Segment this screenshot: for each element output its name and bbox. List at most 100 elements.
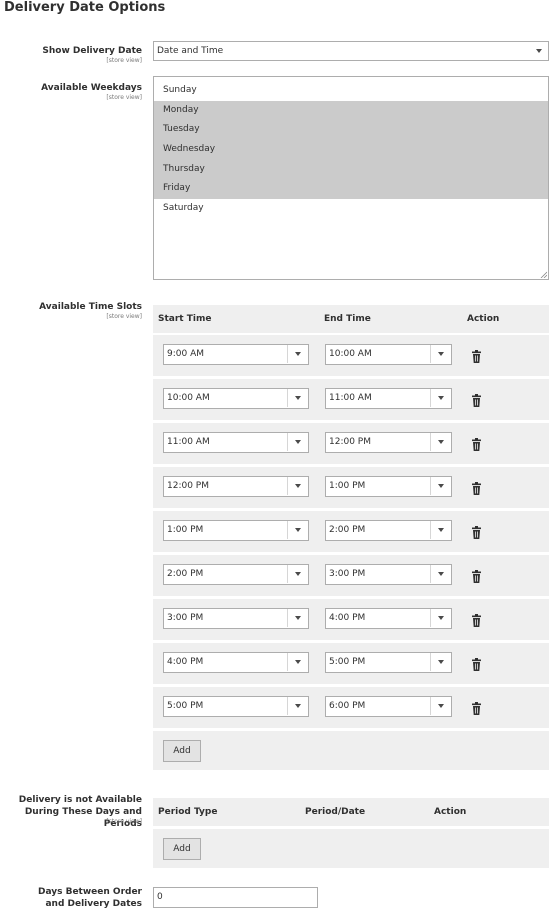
unavailable-footer: Add xyxy=(153,829,549,868)
end-time-value: 10:00 AM xyxy=(329,349,372,359)
end-time-select[interactable]: 12:00 PM xyxy=(325,432,452,453)
end-time-select[interactable]: 1:00 PM xyxy=(325,476,452,497)
chevron-down-icon xyxy=(430,477,451,495)
start-time-select[interactable]: 5:00 PM xyxy=(163,696,309,717)
start-time-select[interactable]: 11:00 AM xyxy=(163,432,309,453)
weekday-option[interactable]: Thursday xyxy=(154,159,548,180)
weekdays-scope: [store view] xyxy=(106,94,142,101)
trash-icon[interactable] xyxy=(472,392,481,407)
end-time-select[interactable]: 11:00 AM xyxy=(325,388,452,409)
add-period-button[interactable]: Add xyxy=(163,838,201,860)
start-time-select[interactable]: 12:00 PM xyxy=(163,476,309,497)
chevron-down-icon xyxy=(430,433,451,451)
end-time-select[interactable]: 4:00 PM xyxy=(325,608,452,629)
start-time-value: 5:00 PM xyxy=(167,701,204,711)
end-time-value: 11:00 AM xyxy=(329,393,372,403)
chevron-down-icon xyxy=(287,653,308,671)
start-time-value: 3:00 PM xyxy=(167,613,204,623)
start-time-value: 4:00 PM xyxy=(167,657,204,667)
start-time-header: Start Time xyxy=(158,314,212,324)
days-between-input[interactable]: 0 xyxy=(153,887,318,908)
unavailable-action-header: Action xyxy=(434,807,467,817)
time-slot-row: 2:00 PM 3:00 PM xyxy=(153,555,549,596)
time-slot-row: 11:00 AM 12:00 PM xyxy=(153,423,549,464)
start-time-value: 9:00 AM xyxy=(167,349,204,359)
weekday-option[interactable]: Sunday xyxy=(154,81,548,101)
start-time-value: 11:00 AM xyxy=(167,437,210,447)
time-slot-row: 10:00 AM 11:00 AM xyxy=(153,379,549,420)
start-time-select[interactable]: 9:00 AM xyxy=(163,344,309,365)
weekdays-label: Available Weekdays xyxy=(41,83,142,93)
chevron-down-icon xyxy=(287,521,308,539)
time-slot-row: 12:00 PM 1:00 PM xyxy=(153,467,549,508)
time-slots-scope: [store view] xyxy=(106,313,142,320)
chevron-down-icon xyxy=(430,653,451,671)
end-time-select[interactable]: 5:00 PM xyxy=(325,652,452,673)
start-time-value: 2:00 PM xyxy=(167,569,204,579)
chevron-down-icon xyxy=(430,389,451,407)
time-slot-row: 1:00 PM 2:00 PM xyxy=(153,511,549,552)
trash-icon[interactable] xyxy=(472,436,481,451)
show-delivery-date-label: Show Delivery Date xyxy=(42,46,142,56)
start-time-select[interactable]: 1:00 PM xyxy=(163,520,309,541)
days-between-label-line2: and Delivery Dates xyxy=(45,899,142,909)
period-date-header: Period/Date xyxy=(305,807,366,817)
start-time-select[interactable]: 4:00 PM xyxy=(163,652,309,673)
action-header: Action xyxy=(467,314,500,324)
time-slot-row: 4:00 PM 5:00 PM xyxy=(153,643,549,684)
weekday-option[interactable]: Friday xyxy=(154,179,548,200)
time-slots-header: Start Time End Time Action xyxy=(153,305,549,333)
period-type-header: Period Type xyxy=(158,807,218,817)
end-time-select[interactable]: 3:00 PM xyxy=(325,564,452,585)
start-time-value: 10:00 AM xyxy=(167,393,210,403)
start-time-select[interactable]: 2:00 PM xyxy=(163,564,309,585)
chevron-down-icon xyxy=(287,477,308,495)
weekday-option[interactable]: Wednesday xyxy=(154,140,548,160)
add-time-slot-button[interactable]: Add xyxy=(163,740,201,762)
days-between-label-line1: Days Between Order xyxy=(37,887,142,897)
trash-icon[interactable] xyxy=(472,348,481,363)
weekday-option[interactable]: Monday xyxy=(154,100,548,121)
show-delivery-date-scope: [store view] xyxy=(106,57,142,64)
unavailable-scope: [store view] xyxy=(106,818,142,825)
time-slots-footer: Add xyxy=(153,731,549,770)
time-slot-row: 3:00 PM 4:00 PM xyxy=(153,599,549,640)
trash-icon[interactable] xyxy=(472,700,481,715)
resize-handle-icon[interactable] xyxy=(540,271,547,278)
start-time-select[interactable]: 3:00 PM xyxy=(163,608,309,629)
end-time-value: 1:00 PM xyxy=(329,481,366,491)
section-title: Delivery Date Options xyxy=(4,0,166,15)
start-time-value: 1:00 PM xyxy=(167,525,204,535)
show-delivery-date-select[interactable]: Date and Time xyxy=(153,41,549,61)
time-slots-label: Available Time Slots xyxy=(39,302,142,312)
end-time-value: 5:00 PM xyxy=(329,657,366,667)
chevron-down-icon xyxy=(430,565,451,583)
end-time-value: 4:00 PM xyxy=(329,613,366,623)
weekday-option[interactable]: Saturday xyxy=(154,199,548,219)
end-time-select[interactable]: 10:00 AM xyxy=(325,344,452,365)
start-time-select[interactable]: 10:00 AM xyxy=(163,388,309,409)
trash-icon[interactable] xyxy=(472,524,481,539)
show-delivery-date-value: Date and Time xyxy=(157,46,224,56)
chevron-down-icon xyxy=(287,609,308,627)
trash-icon[interactable] xyxy=(472,480,481,495)
chevron-down-icon xyxy=(287,433,308,451)
trash-icon[interactable] xyxy=(472,612,481,627)
end-time-select[interactable]: 2:00 PM xyxy=(325,520,452,541)
trash-icon[interactable] xyxy=(472,568,481,583)
start-time-value: 12:00 PM xyxy=(167,481,209,491)
unavailable-header: Period Type Period/Date Action xyxy=(153,798,549,826)
chevron-down-icon xyxy=(287,389,308,407)
chevron-down-icon xyxy=(430,609,451,627)
chevron-down-icon xyxy=(287,565,308,583)
end-time-value: 12:00 PM xyxy=(329,437,371,447)
trash-icon[interactable] xyxy=(472,656,481,671)
chevron-down-icon xyxy=(430,697,451,715)
weekdays-multiselect[interactable]: Sunday Monday Tuesday Wednesday Thursday Frid… xyxy=(153,76,549,280)
unavailable-label-line1: Delivery is not Available xyxy=(18,795,142,805)
chevron-down-icon xyxy=(287,697,308,715)
end-time-select[interactable]: 6:00 PM xyxy=(325,696,452,717)
time-slot-row: 5:00 PM 6:00 PM xyxy=(153,687,549,728)
weekday-option[interactable]: Tuesday xyxy=(154,120,548,141)
chevron-down-icon xyxy=(287,345,308,363)
